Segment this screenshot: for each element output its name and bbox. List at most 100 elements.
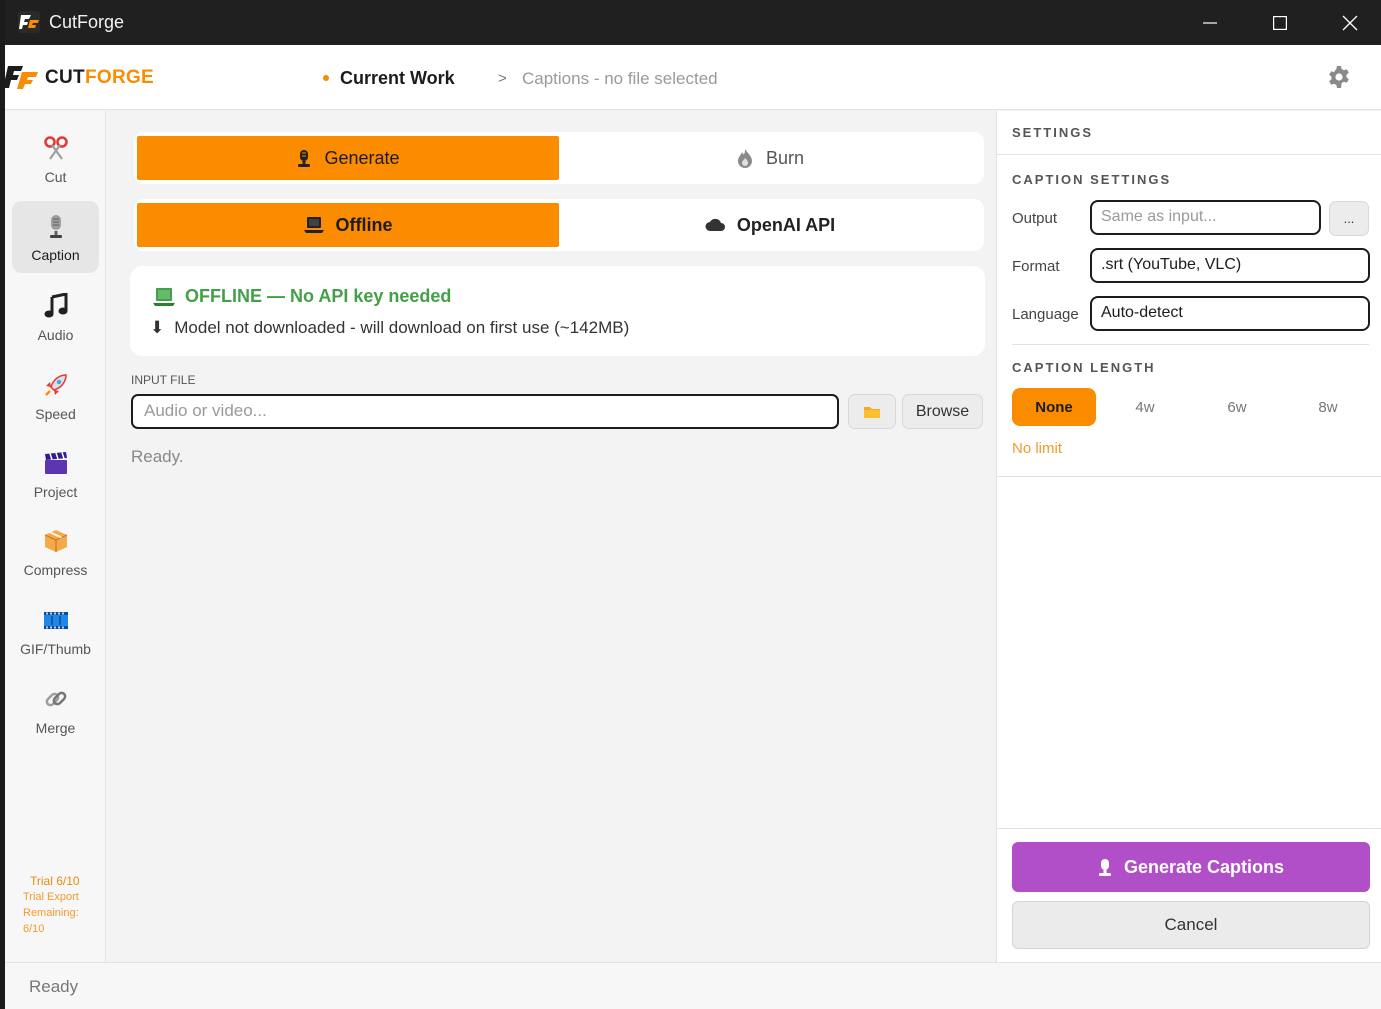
sidebar-item-label: Project xyxy=(33,484,78,500)
cloud-icon xyxy=(705,218,725,231)
microphone-icon xyxy=(298,150,311,167)
maximize-icon xyxy=(1273,15,1287,30)
engine-status-card: OFFLINE — No API key needed ⬇ Model not … xyxy=(130,266,985,356)
music-note-icon xyxy=(43,293,69,319)
breadcrumb-dot xyxy=(323,75,329,81)
title-bar: CutForge xyxy=(5,0,1381,45)
status-bar: Ready xyxy=(5,962,1381,1009)
status-heading-text: OFFLINE — No API key needed xyxy=(185,286,452,306)
gear-icon[interactable] xyxy=(1327,65,1351,89)
folder-button[interactable] xyxy=(848,394,896,429)
scissors-icon xyxy=(43,135,69,161)
download-icon: ⬇ xyxy=(150,318,165,337)
app-logo-icon xyxy=(18,11,40,33)
microphone-icon xyxy=(43,213,69,239)
status-bar-text: Ready xyxy=(29,977,79,996)
microphone-icon xyxy=(1098,859,1111,876)
close-button[interactable] xyxy=(1315,0,1381,45)
laptop-icon xyxy=(153,287,175,306)
breadcrumb-separator: > xyxy=(498,70,507,87)
sidebar-item-label: Audio xyxy=(37,327,74,343)
tab-label: Burn xyxy=(765,147,805,168)
brand-cut: CUT xyxy=(45,67,85,88)
sidebar-item-label: Compress xyxy=(23,562,88,578)
trial-line-1: Trial Export xyxy=(23,891,79,903)
status-heading: OFFLINE — No API key needed xyxy=(153,286,451,307)
tab-burn[interactable]: Burn xyxy=(559,136,981,180)
browse-button[interactable]: Browse xyxy=(902,394,983,429)
cancel-button[interactable]: Cancel xyxy=(1012,901,1370,949)
close-icon xyxy=(1342,15,1358,30)
language-select[interactable]: Auto-detect xyxy=(1090,296,1370,331)
sidebar-item-cut[interactable]: Cut xyxy=(12,123,99,195)
output-field[interactable]: Same as input... xyxy=(1090,200,1321,235)
tab-label: OpenAI API xyxy=(736,214,836,235)
status-subtext-label: Model not downloaded - will download on … xyxy=(174,318,630,337)
rocket-icon xyxy=(43,372,69,398)
length-option-none[interactable]: None xyxy=(1012,388,1096,426)
main-status-text: Ready. xyxy=(131,447,184,466)
brand-name: CUTFORGE xyxy=(45,67,154,89)
length-option-4w[interactable]: 4w xyxy=(1103,388,1187,426)
sidebar-item-caption[interactable]: Caption xyxy=(12,201,99,273)
maximize-button[interactable] xyxy=(1245,0,1315,45)
tab-offline[interactable]: Offline xyxy=(137,203,559,247)
tab-generate[interactable]: Generate xyxy=(137,136,559,180)
length-option-6w[interactable]: 6w xyxy=(1195,388,1279,426)
breadcrumb-sub: Captions - no file selected xyxy=(522,69,718,88)
length-option-8w[interactable]: 8w xyxy=(1286,388,1370,426)
divider xyxy=(997,476,1381,477)
sidebar-item-gif-thumb[interactable]: GIF/Thumb xyxy=(12,595,99,667)
input-file-label: INPUT FILE xyxy=(131,373,196,387)
sidebar: Cut Caption Audio Speed Project Compress… xyxy=(5,111,106,962)
minimize-icon xyxy=(1203,21,1217,24)
tab-openai-api[interactable]: OpenAI API xyxy=(559,203,981,247)
generate-captions-label: Generate Captions xyxy=(1123,856,1285,877)
sidebar-item-label: Merge xyxy=(35,720,76,736)
window-title: CutForge xyxy=(49,12,125,32)
trial-line-3: 6/10 xyxy=(23,923,45,935)
caption-settings-heading: CAPTION SETTINGS xyxy=(1012,172,1172,187)
settings-panel: SETTINGS CAPTION SETTINGS Output Same as… xyxy=(996,111,1381,962)
output-label: Output xyxy=(1012,210,1058,227)
sidebar-item-label: Caption xyxy=(31,247,80,263)
tab-label: Offline xyxy=(335,214,393,235)
sidebar-item-label: Cut xyxy=(44,169,67,185)
sidebar-item-label: GIF/Thumb xyxy=(20,641,91,657)
divider xyxy=(1012,344,1369,345)
package-icon xyxy=(43,528,69,554)
app-window: CutForge CUTFORGE Current Work > Caption… xyxy=(5,0,1381,1009)
settings-title: SETTINGS xyxy=(1012,125,1094,140)
sidebar-item-speed[interactable]: Speed xyxy=(12,360,99,432)
sidebar-item-merge[interactable]: Merge xyxy=(12,674,99,746)
generate-captions-button[interactable]: Generate Captions xyxy=(1012,842,1370,892)
engine-tabs: Offline OpenAI API xyxy=(134,199,984,251)
mode-tabs: Generate Burn xyxy=(134,132,984,184)
divider xyxy=(997,154,1381,155)
tab-label: Generate xyxy=(324,147,400,168)
app-header: CUTFORGE Current Work > Captions - no fi… xyxy=(5,45,1381,110)
sidebar-item-compress[interactable]: Compress xyxy=(12,516,99,588)
brand-forge: FORGE xyxy=(84,67,155,88)
language-label: Language xyxy=(1012,306,1079,323)
trial-info: Trial 6/10 Trial Export Remaining: 6/10 xyxy=(23,873,103,937)
sidebar-item-label: Speed xyxy=(35,406,76,422)
input-file-field[interactable]: Audio or video... xyxy=(131,394,839,429)
output-browse-button[interactable]: ... xyxy=(1329,201,1369,236)
trial-line-2: Remaining: xyxy=(23,907,79,919)
sidebar-item-audio[interactable]: Audio xyxy=(12,281,99,353)
minimize-button[interactable] xyxy=(1175,0,1245,45)
trial-title: Trial 6/10 xyxy=(30,874,80,888)
clapperboard-icon xyxy=(43,450,69,476)
length-hint: No limit xyxy=(1012,440,1063,457)
format-label: Format xyxy=(1012,258,1060,275)
film-strip-icon xyxy=(43,607,69,633)
status-subtext: ⬇ Model not downloaded - will download o… xyxy=(150,318,629,338)
caption-length-heading: CAPTION LENGTH xyxy=(1012,360,1156,375)
format-select[interactable]: .srt (YouTube, VLC) xyxy=(1090,248,1370,283)
sidebar-item-project[interactable]: Project xyxy=(12,438,99,510)
brand-logo-icon xyxy=(5,66,38,89)
flame-icon xyxy=(737,149,752,168)
breadcrumb-current[interactable]: Current Work xyxy=(340,68,455,89)
divider xyxy=(997,828,1381,829)
